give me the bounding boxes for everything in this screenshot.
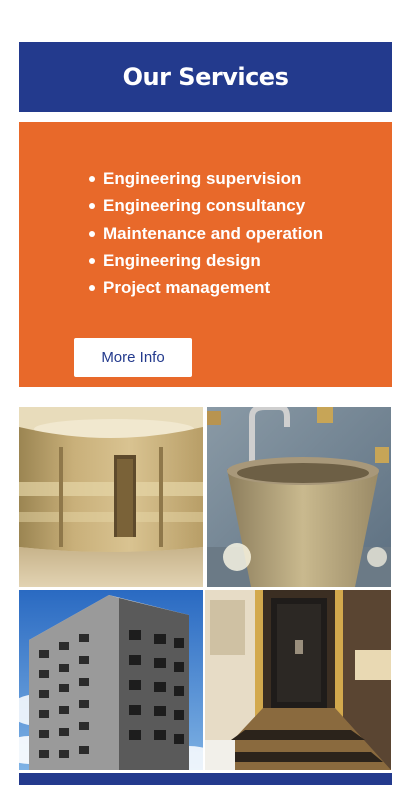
list-item: Engineering supervision: [85, 165, 323, 192]
services-header: Our Services: [19, 42, 392, 112]
curved-wooden-room-photo[interactable]: [19, 407, 203, 587]
page-title: Our Services: [122, 63, 289, 91]
services-list: Engineering supervision Engineering cons…: [85, 165, 323, 301]
list-item: Maintenance and operation: [85, 220, 323, 247]
more-info-button[interactable]: More Info: [74, 338, 192, 377]
stone-basin-photo[interactable]: [207, 407, 391, 587]
list-item: Engineering consultancy: [85, 192, 323, 219]
services-panel: Engineering supervision Engineering cons…: [19, 122, 392, 387]
hotel-corridor-photo[interactable]: [205, 590, 391, 770]
apartment-building-photo[interactable]: [19, 590, 203, 770]
footer-bar: [19, 773, 392, 785]
list-item: Engineering design: [85, 247, 323, 274]
list-item: Project management: [85, 274, 323, 301]
